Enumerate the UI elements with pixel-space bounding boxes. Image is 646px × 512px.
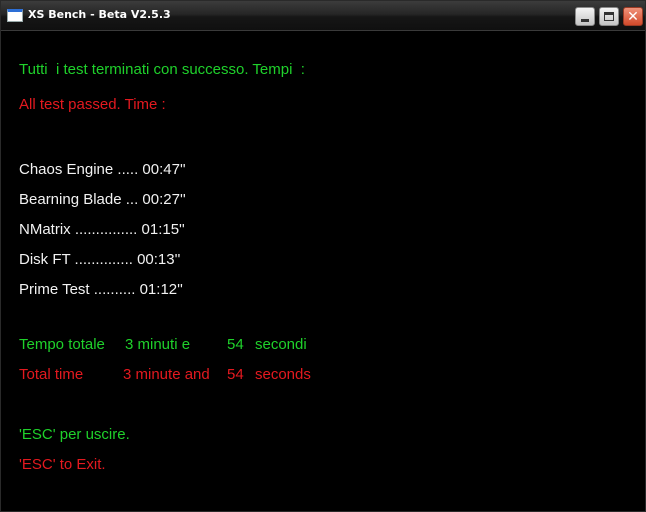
exit-hint-it: 'ESC' per uscire. xyxy=(19,426,130,443)
app-window: XS Bench - Beta V2.5.3 ✕ Tutti i test te… xyxy=(0,0,646,512)
total-seconds-value-it: 54 xyxy=(227,336,244,353)
maximize-button[interactable] xyxy=(599,7,619,26)
total-label-en: Total time xyxy=(19,366,84,383)
total-minutes-en: 3 minute and xyxy=(123,366,210,383)
minimize-button[interactable] xyxy=(575,7,595,26)
success-message-it: Tutti i test terminati con successo. Tem… xyxy=(19,61,305,78)
exit-hint-en: 'ESC' to Exit. xyxy=(19,456,106,473)
total-label-it: Tempo totale xyxy=(19,336,105,353)
title-bar[interactable]: XS Bench - Beta V2.5.3 ✕ xyxy=(1,1,645,31)
minimize-icon xyxy=(581,19,589,22)
success-message-en: All test passed. Time : xyxy=(19,96,166,113)
total-seconds-unit-it: secondi xyxy=(255,336,307,353)
bench-output: Tutti i test terminati con successo. Tem… xyxy=(1,32,645,511)
total-seconds-value-en: 54 xyxy=(227,366,244,383)
result-disk-ft: Disk FT .............. 00:13'' xyxy=(19,251,181,268)
result-nmatrix: NMatrix ............... 01:15'' xyxy=(19,221,185,238)
total-minutes-it: 3 minuti e xyxy=(125,336,191,353)
close-button[interactable]: ✕ xyxy=(623,7,643,26)
window-title: XS Bench - Beta V2.5.3 xyxy=(28,8,171,21)
result-bearning-blade: Bearning Blade ... 00:27'' xyxy=(19,191,186,208)
maximize-icon xyxy=(604,12,614,21)
window-app-icon xyxy=(7,9,23,22)
close-icon: ✕ xyxy=(627,8,639,25)
result-prime-test: Prime Test .......... 01:12'' xyxy=(19,281,183,298)
total-seconds-unit-en: seconds xyxy=(255,366,311,383)
result-chaos-engine: Chaos Engine ..... 00:47'' xyxy=(19,161,186,178)
